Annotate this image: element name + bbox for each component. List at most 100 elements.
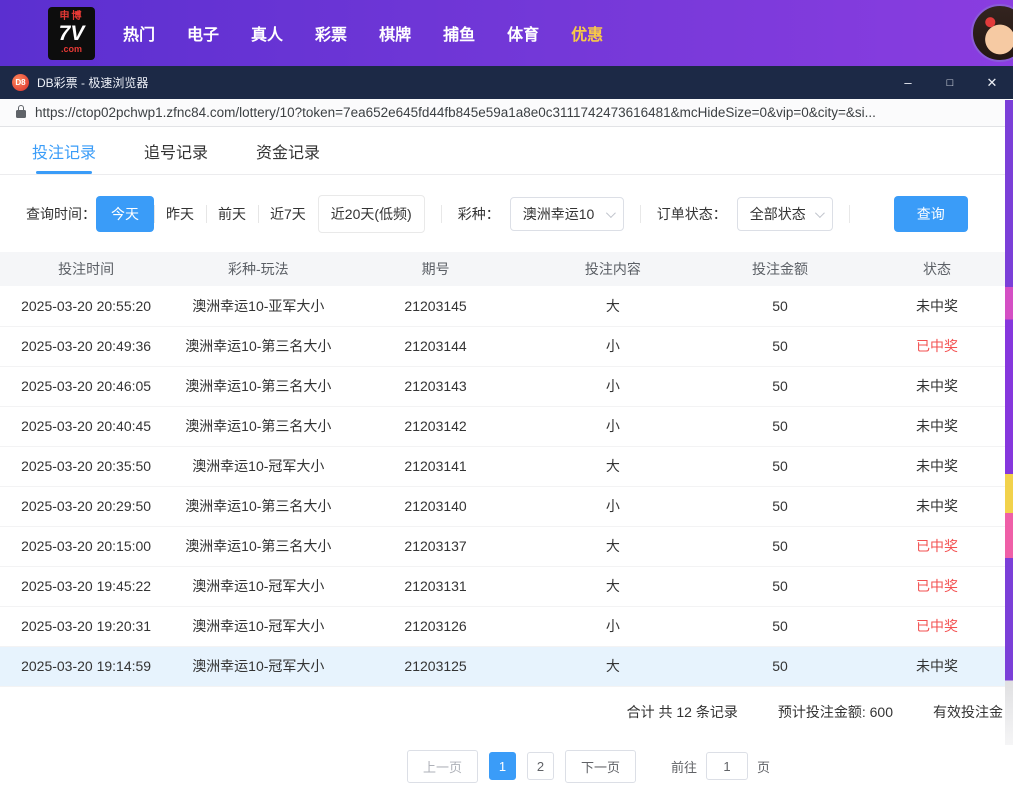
browser-app-icon: D8: [12, 74, 29, 91]
nav-item[interactable]: 捕鱼: [441, 15, 477, 51]
nav-item[interactable]: 优惠: [569, 15, 605, 51]
main-nav: 热门电子真人彩票棋牌捕鱼体育优惠: [121, 15, 605, 51]
table-cell: 2025-03-20 20:29:50: [0, 486, 172, 526]
table-cell: 小: [527, 406, 699, 446]
status-cell: 已中奖: [861, 326, 1013, 366]
table-cell: 21203126: [344, 606, 526, 646]
prev-page-button[interactable]: 上一页: [407, 750, 478, 783]
logo-main-text: 7V: [59, 23, 85, 45]
background-page-strip: [1005, 100, 1013, 745]
bet-records-table: 投注时间彩种-玩法期号投注内容投注金额状态 2025-03-20 20:55:2…: [0, 252, 1013, 687]
table-cell: 21203143: [344, 366, 526, 406]
window-controls: – □ ✕: [887, 66, 1013, 99]
column-header: 投注时间: [0, 252, 172, 286]
nav-item[interactable]: 体育: [505, 15, 541, 51]
close-button[interactable]: ✕: [971, 66, 1013, 99]
time-option[interactable]: 昨天: [154, 196, 206, 232]
tab-fund-records[interactable]: 资金记录: [256, 127, 320, 174]
column-header: 投注内容: [527, 252, 699, 286]
table-row[interactable]: 2025-03-20 20:40:45澳洲幸运10-第三名大小21203142小…: [0, 406, 1013, 446]
table-cell: 50: [699, 366, 861, 406]
table-row[interactable]: 2025-03-20 20:29:50澳洲幸运10-第三名大小21203140小…: [0, 486, 1013, 526]
table-cell: 大: [527, 566, 699, 606]
table-cell: 21203125: [344, 646, 526, 686]
url-text[interactable]: https://ctop02pchwp1.zfnc84.com/lottery/…: [35, 105, 876, 120]
status-cell: 已中奖: [861, 526, 1013, 566]
column-header: 彩种-玩法: [172, 252, 344, 286]
page-number[interactable]: 2: [527, 752, 554, 780]
next-page-button[interactable]: 下一页: [565, 750, 636, 783]
bet-table-header-row: 投注时间彩种-玩法期号投注内容投注金额状态: [0, 252, 1013, 286]
table-row[interactable]: 2025-03-20 20:49:36澳洲幸运10-第三名大小21203144小…: [0, 326, 1013, 366]
nav-item[interactable]: 热门: [121, 15, 157, 51]
time-option[interactable]: 近20天(低频): [318, 195, 425, 233]
record-tabs: 投注记录 追号记录 资金记录: [0, 127, 1013, 175]
table-row[interactable]: 2025-03-20 19:20:31澳洲幸运10-冠军大小21203126小5…: [0, 606, 1013, 646]
table-cell: 21203144: [344, 326, 526, 366]
table-cell: 21203131: [344, 566, 526, 606]
status-cell: 未中奖: [861, 286, 1013, 326]
nav-item[interactable]: 彩票: [313, 15, 349, 51]
column-header: 期号: [344, 252, 526, 286]
order-status-label: 订单状态：: [657, 204, 727, 224]
table-cell: 2025-03-20 20:35:50: [0, 446, 172, 486]
table-row[interactable]: 2025-03-20 20:55:20澳洲幸运10-亚军大小21203145大5…: [0, 286, 1013, 326]
tab-bet-records[interactable]: 投注记录: [32, 127, 96, 174]
table-row[interactable]: 2025-03-20 20:35:50澳洲幸运10-冠军大小21203141大5…: [0, 446, 1013, 486]
table-cell: 21203142: [344, 406, 526, 446]
table-cell: 小: [527, 486, 699, 526]
time-option[interactable]: 近7天: [258, 196, 318, 232]
table-cell: 50: [699, 326, 861, 366]
table-cell: 50: [699, 486, 861, 526]
order-status-select[interactable]: 全部状态: [737, 197, 833, 231]
goto-page-input[interactable]: [706, 752, 748, 780]
status-cell: 已中奖: [861, 606, 1013, 646]
table-cell: 21203140: [344, 486, 526, 526]
tab-chase-records[interactable]: 追号记录: [144, 127, 208, 174]
table-cell: 澳洲幸运10-冠军大小: [172, 566, 344, 606]
expected-amount-text: 预计投注金额: 600: [778, 702, 893, 722]
table-cell: 澳洲幸运10-第三名大小: [172, 486, 344, 526]
site-nav-bar: 申博 7V .com 热门电子真人彩票棋牌捕鱼体育优惠: [0, 0, 1013, 66]
table-row[interactable]: 2025-03-20 20:15:00澳洲幸运10-第三名大小21203137大…: [0, 526, 1013, 566]
goto-unit-label: 页: [757, 757, 770, 776]
table-cell: 澳洲幸运10-第三名大小: [172, 366, 344, 406]
table-cell: 澳洲幸运10-第三名大小: [172, 526, 344, 566]
nav-item[interactable]: 电子: [185, 15, 221, 51]
time-option[interactable]: 今天: [96, 196, 154, 232]
page-numbers: 12: [489, 752, 554, 780]
table-cell: 50: [699, 606, 861, 646]
table-cell: 小: [527, 326, 699, 366]
table-cell: 50: [699, 566, 861, 606]
search-button[interactable]: 查询: [894, 196, 968, 232]
nav-item[interactable]: 真人: [249, 15, 285, 51]
page-number[interactable]: 1: [489, 752, 516, 780]
time-filter-label: 查询时间：: [26, 204, 96, 224]
table-cell: 2025-03-20 19:45:22: [0, 566, 172, 606]
divider: [441, 205, 442, 223]
table-row[interactable]: 2025-03-20 19:45:22澳洲幸运10-冠军大小21203131大5…: [0, 566, 1013, 606]
table-cell: 2025-03-20 20:46:05: [0, 366, 172, 406]
table-cell: 澳洲幸运10-亚军大小: [172, 286, 344, 326]
status-cell: 未中奖: [861, 406, 1013, 446]
order-status-value: 全部状态: [750, 204, 806, 224]
table-row[interactable]: 2025-03-20 19:14:59澳洲幸运10-冠军大小21203125大5…: [0, 646, 1013, 686]
table-cell: 大: [527, 286, 699, 326]
lottery-filter-label: 彩种：: [458, 204, 500, 224]
time-option[interactable]: 前天: [206, 196, 258, 232]
table-cell: 2025-03-20 20:40:45: [0, 406, 172, 446]
total-records-text: 合计 共 12 条记录: [627, 702, 738, 722]
table-cell: 50: [699, 406, 861, 446]
minimize-button[interactable]: –: [887, 66, 929, 99]
filter-row: 查询时间： 今天昨天前天近7天近20天(低频) 彩种： 澳洲幸运10 订单状态：…: [0, 196, 1013, 232]
table-cell: 小: [527, 366, 699, 406]
table-row[interactable]: 2025-03-20 20:46:05澳洲幸运10-第三名大小21203143小…: [0, 366, 1013, 406]
site-logo[interactable]: 申博 7V .com: [48, 7, 95, 60]
maximize-button[interactable]: □: [929, 66, 971, 99]
lottery-select[interactable]: 澳洲幸运10: [510, 197, 624, 231]
goto-page: 前往 页: [671, 752, 770, 780]
nav-item[interactable]: 棋牌: [377, 15, 413, 51]
pagination: 上一页 12 下一页 前往 页: [82, 750, 1013, 783]
user-avatar[interactable]: [971, 4, 1013, 62]
table-cell: 澳洲幸运10-冠军大小: [172, 606, 344, 646]
